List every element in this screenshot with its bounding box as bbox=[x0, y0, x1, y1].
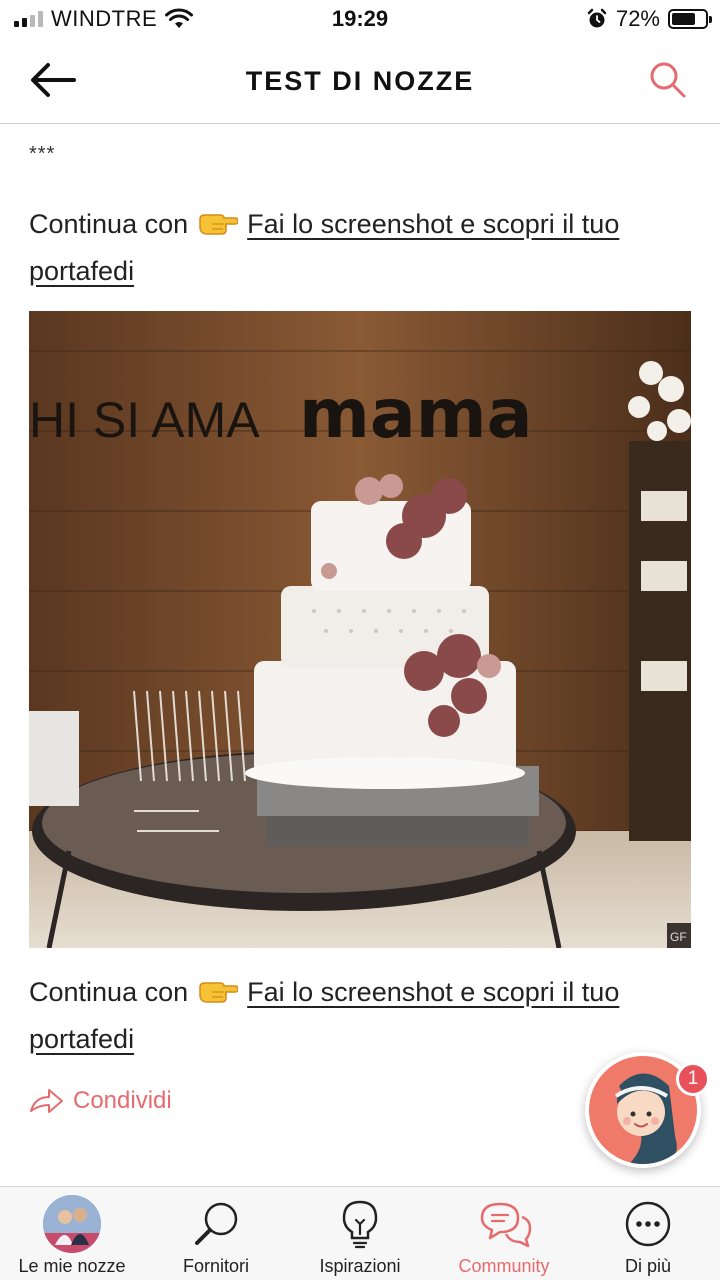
continue-prefix: Continua con bbox=[29, 977, 189, 1007]
share-arrow-icon bbox=[30, 1089, 63, 1113]
lightbulb-icon bbox=[342, 1200, 378, 1249]
nav-label: Di più bbox=[624, 1256, 672, 1276]
wedding-cake-photo: HI SI AMA mama GF bbox=[29, 311, 691, 948]
nav-item-le-mie-nozze[interactable]: Le mie nozze bbox=[0, 1187, 144, 1280]
pointing-hand-emoji bbox=[198, 982, 238, 1003]
more-dots-icon bbox=[625, 1201, 671, 1247]
nav-item-di-piu[interactable]: Di più bbox=[576, 1187, 720, 1280]
search-icon bbox=[650, 62, 686, 98]
nav-item-community[interactable]: Community bbox=[432, 1187, 576, 1280]
nav-label: Le mie nozze bbox=[18, 1256, 126, 1276]
sign-text: HI SI AMA bbox=[29, 392, 260, 448]
continue-prefix: Continua con bbox=[29, 209, 189, 239]
notification-badge: 1 bbox=[676, 1062, 710, 1096]
app-header: TEST DI NOZZE bbox=[0, 40, 720, 124]
bottom-nav: Le mie nozze Fornitori Ispirazioni Commu… bbox=[0, 1186, 720, 1280]
chat-bubbles-icon bbox=[480, 1202, 532, 1248]
sign-logo: mama bbox=[299, 375, 532, 454]
nav-label: Community bbox=[458, 1256, 550, 1276]
status-bar: WINDTRE 19:29 72% bbox=[0, 0, 720, 40]
battery-icon bbox=[668, 9, 712, 29]
share-button[interactable]: Condividi bbox=[29, 1087, 172, 1115]
search-button[interactable] bbox=[646, 58, 690, 102]
photo-corner-tag: GF bbox=[670, 930, 687, 944]
nav-label: Fornitori bbox=[182, 1256, 249, 1276]
nav-item-fornitori[interactable]: Fornitori bbox=[144, 1187, 288, 1280]
nav-label: Ispirazioni bbox=[319, 1256, 401, 1276]
share-label: Condividi bbox=[73, 1087, 172, 1114]
profile-photo bbox=[43, 1195, 101, 1253]
magnifier-icon bbox=[195, 1202, 238, 1245]
page-title: TEST DI NOZZE bbox=[245, 66, 475, 96]
nav-item-ispirazioni[interactable]: Ispirazioni bbox=[288, 1187, 432, 1280]
continue-paragraph-bottom: Continua con Fai lo screenshot e scopri … bbox=[29, 969, 694, 1063]
battery-percent: 72% bbox=[615, 6, 660, 31]
separator-text: *** bbox=[29, 143, 56, 165]
pointing-hand-emoji bbox=[198, 214, 238, 235]
post-content: *** Continua con Fai lo screenshot e sco… bbox=[0, 125, 720, 1160]
alarm-icon bbox=[587, 8, 607, 28]
continue-paragraph-top: Continua con Fai lo screenshot e scopri … bbox=[29, 201, 694, 295]
